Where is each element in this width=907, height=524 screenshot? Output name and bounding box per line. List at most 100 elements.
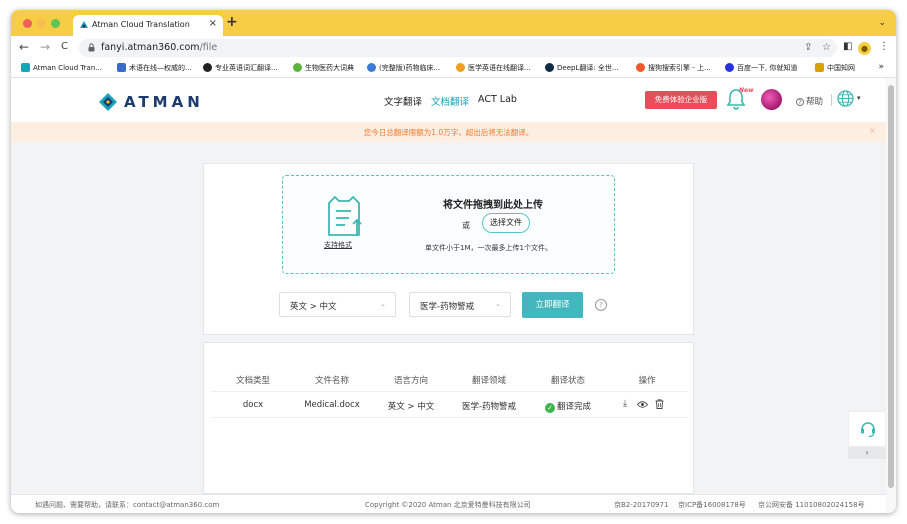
reload-button[interactable]: C <box>61 41 68 52</box>
footer-icp-record[interactable]: 京ICP备16008178号 <box>678 500 746 510</box>
bookmark-item[interactable]: 搜狗搜索引擎 - 上... <box>636 63 711 75</box>
check-circle-icon: ✓ <box>544 403 555 413</box>
bookmark-item[interactable]: DeepL翻译: 全世... <box>545 63 619 75</box>
bookmark-item[interactable]: Atman Cloud Tran... <box>21 63 102 75</box>
supported-formats-link[interactable]: 支持格式 <box>324 240 352 250</box>
bookmark-favicon-icon <box>21 63 30 72</box>
language-direction-select[interactable]: 英文 > 中文 ⌄ <box>279 292 396 317</box>
cell-status: ✓ 翻译完成 <box>544 400 591 413</box>
column-header: 翻译领域 <box>471 376 507 386</box>
footer-copyright: Copyright ©2020 Atman 北京爱特曼科技有限公司 <box>365 501 531 509</box>
trash-icon[interactable] <box>655 399 664 409</box>
bookmark-label: 生物医药大词典 <box>305 64 354 72</box>
profile-avatar[interactable]: ● <box>858 42 871 55</box>
free-trial-button[interactable]: 免费体验企业版 <box>645 91 717 109</box>
menu-icon[interactable]: ⋮ <box>879 41 889 52</box>
nav-doc-translate[interactable]: 文档翻译 <box>431 94 469 108</box>
tab-title: Atman Cloud Translation <box>92 20 190 29</box>
domain-value: 医学-药物警戒 <box>420 302 475 312</box>
bookmark-item[interactable]: 术语在线—权威的... <box>117 63 192 75</box>
chevron-down-icon: ⌄ <box>495 300 501 308</box>
minimize-window-button[interactable] <box>37 19 46 28</box>
choose-file-button[interactable]: 选择文件 <box>482 213 530 233</box>
atman-logo-icon[interactable] <box>98 92 118 112</box>
sidebar-icon[interactable]: ◧ <box>843 41 852 52</box>
cell-file-name: Medical.docx <box>304 400 360 410</box>
site-header: ATMAN 文字翻译 文档翻译 ACT Lab 免费体验企业版 New ? 帮助 … <box>11 78 886 122</box>
language-caret-icon[interactable]: ▾ <box>857 94 861 102</box>
headset-icon <box>861 422 875 438</box>
url-path: /file <box>199 42 218 53</box>
column-header: 文件名称 <box>314 376 350 386</box>
lock-icon <box>88 43 95 52</box>
bookmark-item[interactable]: 百度一下, 你就知道 <box>725 63 797 75</box>
new-badge: New <box>739 87 754 94</box>
footer-public-security[interactable]: 京公网安备 11010802024158号 <box>758 500 865 510</box>
quota-notice-banner: 您今日总翻译限额为1.0万字，超出后将无法翻译。 × <box>11 122 886 142</box>
tab-close-icon[interactable]: × <box>209 18 217 29</box>
bookmark-label: DeepL翻译: 全世... <box>557 64 619 72</box>
help-link[interactable]: ? 帮助 <box>796 95 823 107</box>
bookmark-favicon-icon <box>293 63 302 72</box>
footer-icp-license[interactable]: 京B2-20170971 <box>614 500 668 510</box>
translate-now-button[interactable]: 立即翻译 <box>522 292 583 318</box>
help-label: 帮助 <box>806 97 824 107</box>
scrollbar-thumb[interactable] <box>888 85 894 488</box>
url-host: fanyi.atman360.com <box>101 42 200 53</box>
notice-text: 您今日总翻译限额为1.0万字，超出后将无法翻译。 <box>363 128 534 137</box>
forward-button[interactable]: → <box>40 40 50 54</box>
address-bar[interactable]: fanyi.atman360.com/file ⇪ ☆ <box>79 39 837 57</box>
tab-strip: Atman Cloud Translation × + ⌄ <box>11 10 896 36</box>
language-direction-value: 英文 > 中文 <box>290 302 337 312</box>
domain-select[interactable]: 医学-药物警戒 ⌄ <box>409 292 511 317</box>
table-divider <box>211 391 688 392</box>
site-footer: 如遇问题、需要帮助，请联系：contact@atman360.com Copyr… <box>11 494 886 513</box>
file-upload-icon <box>328 196 362 236</box>
bookmark-item[interactable]: (完整版)药物临床... <box>367 63 440 75</box>
bookmark-label: 术语在线—权威的... <box>129 64 192 72</box>
maximize-window-button[interactable] <box>51 19 60 28</box>
chevron-right-icon[interactable]: › <box>848 447 886 459</box>
close-icon[interactable]: × <box>869 126 876 135</box>
bookmark-item[interactable]: 中国知网 <box>815 63 855 75</box>
bookmark-item[interactable]: 专业英语词汇翻译... <box>203 63 278 75</box>
download-icon[interactable]: ⤓ <box>623 399 627 409</box>
cell-doc-type: docx <box>242 400 264 410</box>
bookmark-star-icon[interactable]: ☆ <box>822 42 831 53</box>
upload-hint: 单文件小于1M，一次最多上传1个文件。 <box>425 244 552 252</box>
upload-card: 支持格式 将文件拖拽到此处上传 或 选择文件 单文件小于1M，一次最多上传1个文… <box>203 163 694 335</box>
file-dropzone[interactable]: 支持格式 将文件拖拽到此处上传 或 选择文件 单文件小于1M，一次最多上传1个文… <box>282 175 615 274</box>
column-header: 语言方向 <box>393 376 429 386</box>
close-window-button[interactable] <box>23 19 32 28</box>
bookmark-item[interactable]: 生物医药大词典 <box>293 63 354 75</box>
logo-text[interactable]: ATMAN <box>124 93 204 111</box>
bookmark-favicon-icon <box>117 63 126 72</box>
bookmark-item[interactable]: 医学英语在线翻译... <box>456 63 531 75</box>
globe-icon[interactable] <box>837 90 854 107</box>
new-tab-button[interactable]: + <box>226 14 238 30</box>
bookmark-label: (完整版)药物临床... <box>379 64 441 72</box>
page: ATMAN 文字翻译 文档翻译 ACT Lab 免费体验企业版 New ? 帮助 … <box>11 78 896 513</box>
share-icon[interactable]: ⇪ <box>804 42 812 53</box>
bookmarks-more-icon[interactable]: » <box>878 62 884 72</box>
bookmark-favicon-icon <box>815 63 824 72</box>
help-icon: ? <box>796 98 804 106</box>
bookmark-favicon-icon <box>203 63 212 72</box>
cell-language-direction: 英文 > 中文 <box>387 402 435 412</box>
back-button[interactable]: ← <box>19 40 29 54</box>
bookmark-label: Atman Cloud Tran... <box>33 64 102 72</box>
browser-tab[interactable]: Atman Cloud Translation × <box>73 15 223 36</box>
column-header: 翻译状态 <box>550 376 586 386</box>
bookmark-favicon-icon <box>545 63 554 72</box>
dropzone-or: 或 <box>462 221 470 230</box>
user-avatar[interactable] <box>761 89 782 110</box>
nav-text-translate[interactable]: 文字翻译 <box>384 94 422 108</box>
bookmark-favicon-icon <box>636 63 645 72</box>
nav-act-lab[interactable]: ACT Lab <box>478 94 517 105</box>
url-text: fanyi.atman360.com/file <box>101 42 217 53</box>
tab-search-icon[interactable]: ⌄ <box>878 18 886 28</box>
view-eye-icon[interactable] <box>637 401 648 408</box>
customer-service-widget[interactable] <box>848 411 886 447</box>
question-icon[interactable]: ? <box>595 299 607 311</box>
bookmark-label: 搜狗搜索引擎 - 上... <box>648 64 711 72</box>
